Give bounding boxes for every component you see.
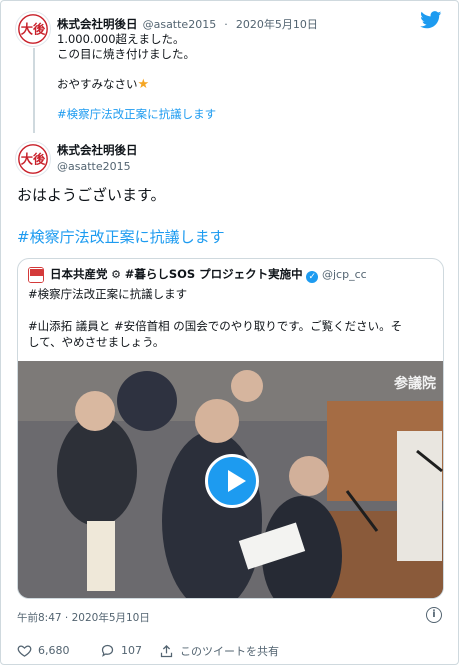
svg-text:大後: 大後 xyxy=(21,22,46,37)
info-icon[interactable]: i xyxy=(426,607,442,623)
quote-hashtag-line: #検察庁法改正案に抗議します xyxy=(28,287,188,301)
avatar xyxy=(28,267,44,283)
avatar[interactable]: 大後 xyxy=(15,141,51,177)
quote-author-name[interactable]: 日本共産党 xyxy=(50,267,108,281)
reply-icon xyxy=(101,644,114,657)
tweet-line: おやすみなさい xyxy=(57,77,138,91)
tweet-line: この目に焼き付けました。 xyxy=(57,47,195,61)
reply-count: 107 xyxy=(121,644,142,657)
share-icon xyxy=(160,644,173,657)
quote-body-line: #山添拓 議員と #安倍首相 の国会でのやり取りです。ご覧ください。そ xyxy=(28,319,403,333)
tweet-text: 1.000.000超えました。 この目に焼き付けました。 おやすみなさい★ #検… xyxy=(57,32,216,122)
video-thumbnail[interactable]: 参議院 xyxy=(18,361,443,598)
share-label: このツイートを共有 xyxy=(180,645,279,658)
like-count: 6,680 xyxy=(38,644,70,657)
author-handle[interactable]: @asatte2015 xyxy=(57,160,138,173)
svg-text:大後: 大後 xyxy=(21,152,46,167)
twitter-bird-icon[interactable] xyxy=(420,11,442,29)
heart-icon xyxy=(17,645,32,657)
verified-badge-icon: ✓ xyxy=(306,271,319,283)
like-button[interactable]: 6,680 xyxy=(17,643,70,658)
quote-body-line: して、やめさせましょう。 xyxy=(28,335,165,349)
hashtag-link[interactable]: #検察庁法改正案に抗議します xyxy=(17,226,225,247)
hashtag-link[interactable]: #検察庁法改正案に抗議します xyxy=(57,107,216,122)
reply-button[interactable]: 107 xyxy=(100,643,142,658)
embedded-tweet-card: 大後 株式会社明後日 @asatte2015 · 2020年5月10日 1.00… xyxy=(0,0,459,665)
play-icon[interactable] xyxy=(205,454,259,508)
tweet-date[interactable]: 2020年5月10日 xyxy=(236,18,318,31)
author-name[interactable]: 株式会社明後日 xyxy=(57,142,138,158)
thread-connector xyxy=(33,48,35,133)
quote-author-handle[interactable]: @jcp_cc xyxy=(322,268,367,281)
tweet-line: 1.000.000超えました。 xyxy=(57,32,185,46)
flower-emoji: ⚙ xyxy=(111,268,122,281)
video-watermark: 参議院 xyxy=(394,376,436,392)
tweet-timestamp[interactable]: 午前8:47 · 2020年5月10日 xyxy=(17,610,150,625)
author-handle[interactable]: @asatte2015 xyxy=(143,18,217,31)
quote-author-suffix[interactable]: #暮らしSOS プロジェクト実施中 xyxy=(125,267,303,281)
star-emoji: ★ xyxy=(137,77,150,92)
share-button[interactable]: このツイートを共有 xyxy=(159,643,279,659)
quoted-tweet[interactable]: 日本共産党 ⚙ #暮らしSOS プロジェクト実施中 ✓ @jcp_cc #検察庁… xyxy=(17,258,444,599)
avatar[interactable]: 大後 xyxy=(15,11,51,47)
author-name[interactable]: 株式会社明後日 xyxy=(57,17,138,31)
tweet-text: おはようございます。 xyxy=(17,186,166,204)
separator: · xyxy=(224,18,228,31)
